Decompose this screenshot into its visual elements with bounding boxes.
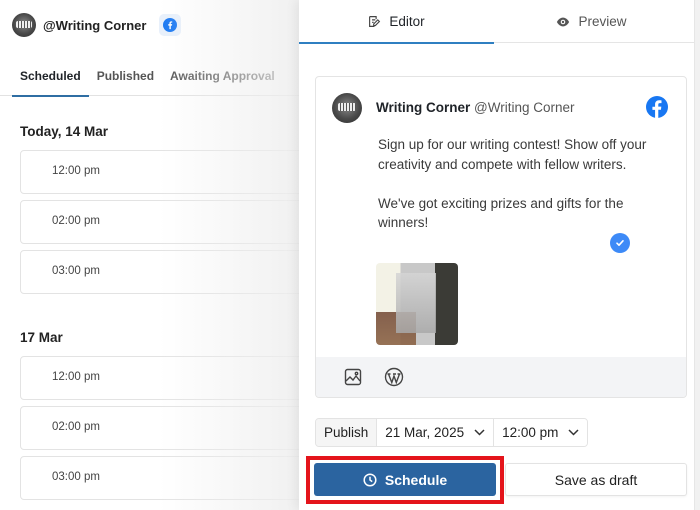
facebook-icon (646, 96, 668, 123)
post-author: Writing Corner @Writing Corner (376, 100, 575, 115)
publish-time-value: 12:00 pm (502, 425, 559, 440)
post-avatar (332, 93, 362, 123)
eye-icon (556, 15, 570, 29)
publish-label: Publish (316, 419, 378, 446)
post-author-handle: @Writing Corner (474, 100, 575, 115)
post-author-name: Writing Corner (376, 100, 471, 115)
publish-date-value: 21 Mar, 2025 (385, 425, 465, 440)
facebook-icon (159, 14, 182, 36)
day-heading: Today, 14 Mar (20, 124, 109, 139)
time-slot[interactable]: 03:00 pm (20, 456, 299, 500)
publish-datetime-row: Publish 21 Mar, 2025 12:00 pm (315, 418, 589, 447)
clock-icon (363, 472, 377, 487)
time-slot[interactable]: 12:00 pm (20, 356, 299, 400)
post-preview-card: Writing Corner @Writing Corner Sign up f… (315, 76, 687, 398)
day-heading: 17 Mar (20, 330, 63, 345)
schedule-button-label: Schedule (384, 471, 448, 488)
time-slot[interactable]: 03:00 pm (20, 250, 299, 294)
composer-panel: Editor Preview Writing Corner @Writing C… (299, 0, 700, 510)
account-header: @Writing Corner (12, 12, 182, 38)
account-avatar (12, 13, 36, 37)
editor-icon (368, 15, 381, 28)
tab-preview-label: Preview (578, 14, 627, 29)
post-image-thumbnail[interactable] (376, 263, 458, 345)
check-icon (610, 233, 630, 253)
scrollbar[interactable] (694, 0, 700, 510)
chevron-down-icon (568, 429, 579, 436)
chevron-down-icon (474, 429, 485, 436)
wordpress-icon[interactable] (384, 367, 404, 387)
tab-editor[interactable]: Editor (299, 0, 494, 44)
save-draft-button[interactable]: Save as draft (505, 463, 687, 496)
tab-scheduled[interactable]: Scheduled (12, 58, 89, 97)
schedule-tabs: Scheduled Published Awaiting Approval (0, 58, 299, 97)
account-handle: @Writing Corner (43, 17, 147, 33)
schedule-button[interactable]: Schedule (314, 463, 496, 496)
tab-preview[interactable]: Preview (494, 0, 689, 43)
tab-editor-label: Editor (389, 14, 425, 29)
tab-awaiting-approval[interactable]: Awaiting Approval (162, 58, 283, 96)
publish-time-select[interactable]: 12:00 pm (493, 419, 588, 446)
image-icon[interactable] (344, 368, 362, 386)
post-text[interactable]: Sign up for our writing contest! Show of… (378, 135, 658, 233)
post-toolbar (316, 357, 686, 397)
time-slot[interactable]: 12:00 pm (20, 150, 299, 194)
publish-date-select[interactable]: 21 Mar, 2025 (377, 419, 494, 446)
schedule-panel: @Writing Corner Scheduled Published Awai… (0, 0, 300, 510)
tab-published[interactable]: Published (89, 58, 162, 96)
time-slot[interactable]: 02:00 pm (20, 200, 299, 244)
time-slot[interactable]: 02:00 pm (20, 406, 299, 450)
composer-tabs: Editor Preview (299, 0, 694, 44)
